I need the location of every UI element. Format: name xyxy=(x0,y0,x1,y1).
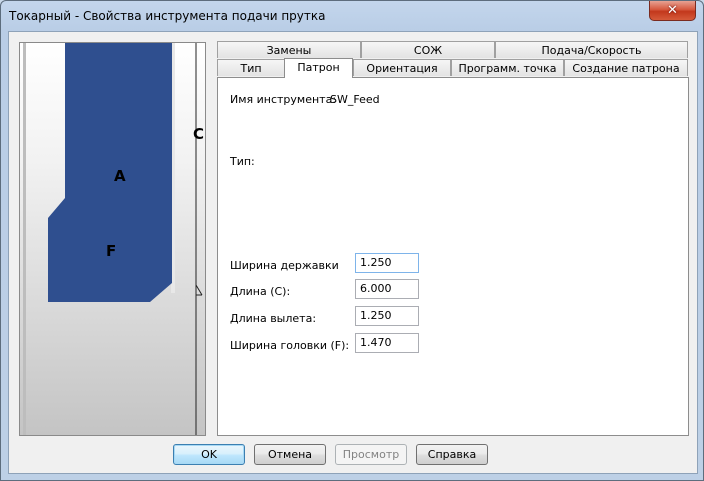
close-icon: ✕ xyxy=(667,3,678,18)
tab-feed-speed[interactable]: Подача/Скорость xyxy=(495,41,688,58)
length-c-input[interactable]: 6.000 xyxy=(355,279,419,299)
cancel-button[interactable]: Отмена xyxy=(254,444,326,465)
preview-left-edge xyxy=(23,43,26,435)
tab-control: Замены СОЖ Подача/Скорость Тип Патрон Ор… xyxy=(208,41,690,436)
tab-program-point[interactable]: Программ. точка xyxy=(451,59,564,76)
overhang-length-label: Длина вылета: xyxy=(230,312,317,325)
holder-width-label: Ширина державки xyxy=(230,259,339,272)
type-label: Тип: xyxy=(230,155,255,168)
length-c-label: Длина (C): xyxy=(230,285,291,298)
tab-create-holder[interactable]: Создание патрона xyxy=(564,59,688,76)
preview-button[interactable]: Просмотр xyxy=(335,444,407,465)
overhang-length-input[interactable]: 1.250 xyxy=(355,306,419,326)
holder-width-input[interactable]: 1.250 xyxy=(355,253,419,273)
title-bar[interactable]: Токарный - Свойства инструмента подачи п… xyxy=(1,1,703,31)
dimension-arrow xyxy=(195,284,203,296)
tool-preview: A F C xyxy=(19,42,206,436)
holder-tab-panel: Имя инструмента: SW_Feed Тип: Ширина дер… xyxy=(217,77,689,436)
label-a: A xyxy=(114,167,126,185)
tool-name-value: SW_Feed xyxy=(330,93,380,106)
tab-orientation[interactable]: Ориентация xyxy=(353,59,451,76)
window-title: Токарный - Свойства инструмента подачи п… xyxy=(9,9,326,23)
tool-name-label: Имя инструмента: xyxy=(230,93,337,106)
head-width-f-label: Ширина головки (F): xyxy=(230,339,350,352)
dialog-window: Токарный - Свойства инструмента подачи п… xyxy=(0,0,704,481)
help-button[interactable]: Справка xyxy=(416,444,488,465)
close-button[interactable]: ✕ xyxy=(649,1,696,21)
tab-type[interactable]: Тип xyxy=(217,59,285,76)
tab-coolant[interactable]: СОЖ xyxy=(361,41,495,58)
ok-button[interactable]: OK xyxy=(173,444,245,465)
tool-holder-shape xyxy=(48,43,172,302)
dialog-client-area: A F C Замены СОЖ Подача/Скорость Тип Пат… xyxy=(8,31,698,474)
tool-preview-drawing: A F C xyxy=(23,43,204,435)
label-f: F xyxy=(106,242,116,260)
tab-holder[interactable]: Патрон xyxy=(284,58,353,78)
tab-replacements[interactable]: Замены xyxy=(217,41,361,58)
label-c: C xyxy=(193,125,204,143)
head-width-f-input[interactable]: 1.470 xyxy=(355,333,419,353)
